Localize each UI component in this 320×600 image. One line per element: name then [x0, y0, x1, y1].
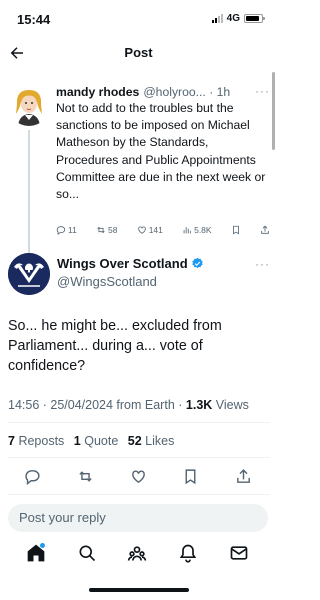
- likes-label[interactable]: Likes: [145, 434, 174, 448]
- repost-icon: [97, 226, 105, 234]
- timestamp-text[interactable]: 14:56 · 25/04/2024 from Earth ·: [8, 398, 186, 412]
- more-options-icon[interactable]: ···: [255, 84, 270, 98]
- reposts-count[interactable]: 7: [8, 434, 15, 448]
- reply-icon[interactable]: [24, 468, 41, 485]
- bookmark-icon: [232, 225, 239, 235]
- battery-icon: [244, 14, 265, 23]
- status-bar: 15:44 4G: [0, 0, 277, 40]
- author-handle-time[interactable]: @holyroo... · 1h: [143, 84, 230, 100]
- author-name[interactable]: Wings Over Scotland: [57, 256, 188, 271]
- views-label: Views: [212, 398, 249, 412]
- bookmark-action[interactable]: [231, 225, 241, 235]
- author-handle[interactable]: @WingsScotland: [57, 274, 157, 289]
- nav-notifications[interactable]: [178, 543, 200, 565]
- like-count: 141: [148, 225, 163, 235]
- tweet-stats: 7 Reposts 1 Quote 52 Likes: [8, 434, 174, 448]
- scrollbar[interactable]: [272, 72, 275, 150]
- messages-icon: [230, 546, 248, 560]
- bottom-nav: [0, 543, 277, 569]
- quotes-count[interactable]: 1: [74, 434, 81, 448]
- communities-icon: [128, 546, 147, 561]
- parent-tweet-text: Not to add to the troubles but the sanct…: [56, 101, 266, 202]
- status-time: 15:44: [17, 12, 51, 27]
- avatar[interactable]: [8, 253, 50, 295]
- repost-count: 58: [108, 225, 118, 235]
- views-icon: [183, 227, 191, 234]
- verified-badge-icon: [191, 257, 203, 269]
- nav-search[interactable]: [77, 543, 99, 565]
- reply-placeholder: Post your reply: [19, 510, 106, 525]
- page-title: Post: [124, 45, 153, 60]
- main-tweet-author[interactable]: Wings Over Scotland @WingsScotland ···: [8, 253, 270, 295]
- home-indicator[interactable]: [89, 588, 189, 592]
- author-name[interactable]: mandy rhodes: [56, 84, 139, 100]
- notifications-icon: [179, 544, 197, 563]
- cartoon-avatar-icon: [8, 84, 50, 126]
- nav-communities[interactable]: [127, 543, 149, 565]
- nav-messages[interactable]: [229, 543, 251, 565]
- author-line: mandy rhodes @holyroo... · 1h: [56, 84, 270, 100]
- share-icon: [261, 225, 269, 234]
- main-author-name-row: Wings Over Scotland: [57, 256, 204, 271]
- main-tweet-actions: [24, 468, 252, 485]
- nav-home[interactable]: [26, 543, 48, 565]
- view-count: 5.8K: [194, 225, 212, 235]
- likes-count[interactable]: 52: [128, 434, 142, 448]
- heart-icon[interactable]: [130, 468, 147, 485]
- more-options-icon[interactable]: ···: [255, 257, 270, 271]
- network-label: 4G: [226, 13, 240, 24]
- divider: [8, 457, 270, 458]
- quotes-label[interactable]: Quote: [84, 434, 118, 448]
- reply-input[interactable]: Post your reply: [8, 504, 268, 532]
- like-action[interactable]: 141: [137, 225, 163, 235]
- views-count: 1.3K: [185, 398, 213, 412]
- share-icon[interactable]: [235, 468, 252, 485]
- repost-icon[interactable]: [77, 468, 94, 485]
- reposts-label[interactable]: Reposts: [18, 434, 64, 448]
- search-icon: [79, 545, 95, 562]
- repost-action[interactable]: 58: [96, 225, 118, 235]
- main-tweet-text: So... he might be... excluded from Parli…: [8, 318, 222, 374]
- battery-fill: [246, 16, 259, 21]
- signal-icon: [211, 14, 223, 23]
- header: Post: [0, 40, 277, 68]
- divider: [8, 494, 270, 495]
- share-action[interactable]: [260, 225, 270, 235]
- status-indicators: 4G: [211, 13, 265, 24]
- reply-action[interactable]: 11: [56, 225, 77, 235]
- tweet-timestamp: 14:56 · 25/04/2024 from Earth · 1.3K Vie…: [8, 398, 249, 412]
- reply-icon: [56, 226, 66, 235]
- bookmark-icon[interactable]: [182, 468, 199, 485]
- views-action[interactable]: 5.8K: [182, 225, 212, 235]
- avatar[interactable]: [8, 84, 50, 126]
- reply-count: 11: [68, 225, 77, 235]
- wings-logo-icon: [8, 253, 50, 295]
- parent-tweet-body: mandy rhodes @holyroo... · 1h ··· Not to…: [56, 84, 270, 203]
- divider: [8, 422, 270, 423]
- parent-tweet-actions: 11 58 141 5.8K: [56, 225, 270, 235]
- heart-icon: [137, 226, 146, 234]
